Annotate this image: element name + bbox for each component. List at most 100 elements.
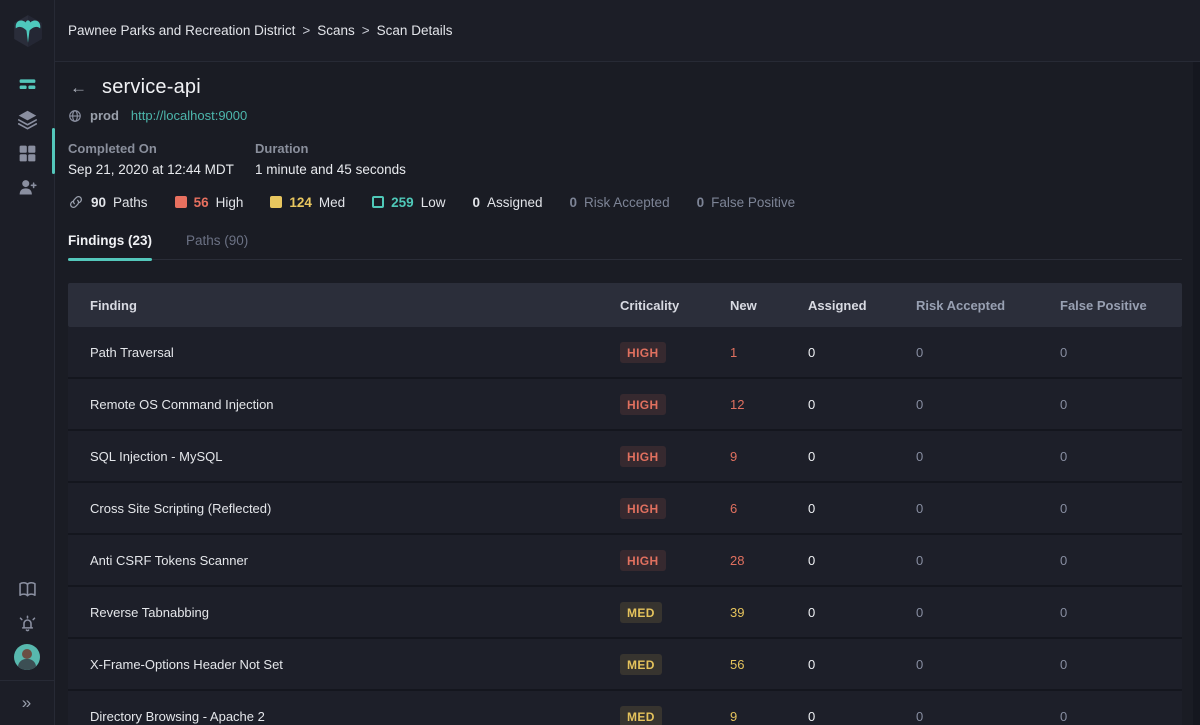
new-count: 6 bbox=[730, 501, 808, 516]
med-severity-square-icon bbox=[270, 196, 282, 208]
sidebar-item-applications[interactable] bbox=[0, 102, 55, 136]
breadcrumb-org[interactable]: Pawnee Parks and Recreation District bbox=[68, 23, 295, 38]
risk-accepted-count: 0 bbox=[916, 501, 1060, 516]
criticality-badge: HIGH bbox=[620, 498, 666, 519]
finding-name: Directory Browsing - Apache 2 bbox=[68, 709, 620, 724]
assigned-count: 0 bbox=[808, 345, 916, 360]
table-row[interactable]: Remote OS Command Injection HIGH 12 0 0 … bbox=[68, 379, 1182, 431]
duration-value: 1 minute and 45 seconds bbox=[255, 162, 442, 177]
table-row[interactable]: X-Frame-Options Header Not Set MED 56 0 … bbox=[68, 639, 1182, 691]
scrollbar-track[interactable] bbox=[1193, 62, 1200, 725]
assigned-label: Assigned bbox=[487, 195, 543, 210]
criticality-badge: HIGH bbox=[620, 550, 666, 571]
table-header: Finding Criticality New Assigned Risk Ac… bbox=[68, 283, 1182, 327]
stat-low: 259 Low bbox=[372, 195, 445, 210]
risk-accepted-count: 0 bbox=[916, 605, 1060, 620]
table-row[interactable]: Reverse Tabnabbing MED 39 0 0 0 bbox=[68, 587, 1182, 639]
assigned-count: 0 bbox=[808, 709, 916, 724]
breadcrumb-scan-details: Scan Details bbox=[377, 23, 453, 38]
paths-label: Paths bbox=[113, 195, 148, 210]
table-row[interactable]: Path Traversal HIGH 1 0 0 0 bbox=[68, 327, 1182, 379]
criticality-badge: HIGH bbox=[620, 446, 666, 467]
breadcrumb-separator: > bbox=[302, 23, 310, 38]
new-count: 1 bbox=[730, 345, 808, 360]
book-icon bbox=[17, 579, 38, 600]
back-arrow-icon[interactable]: ← bbox=[68, 77, 89, 98]
breadcrumb-scans[interactable]: Scans bbox=[317, 23, 355, 38]
column-risk-accepted: Risk Accepted bbox=[916, 298, 1060, 313]
column-new: New bbox=[730, 298, 808, 313]
low-count: 259 bbox=[391, 195, 414, 210]
new-count: 39 bbox=[730, 605, 808, 620]
user-add-icon bbox=[17, 177, 38, 198]
completed-on-label: Completed On bbox=[68, 141, 255, 156]
false-positive-count: 0 bbox=[1060, 345, 1182, 360]
high-label: High bbox=[216, 195, 244, 210]
table-row[interactable]: Anti CSRF Tokens Scanner HIGH 28 0 0 0 bbox=[68, 535, 1182, 587]
sidebar-item-dashboard[interactable] bbox=[0, 136, 55, 170]
tab-bar: Findings (23) Paths (90) bbox=[68, 233, 1182, 260]
low-severity-square-icon bbox=[372, 196, 384, 208]
finding-name: Path Traversal bbox=[68, 345, 620, 360]
sidebar-expand-button[interactable]: » bbox=[0, 687, 55, 719]
false-positive-count: 0 bbox=[697, 195, 705, 210]
stat-risk-accepted: 0 Risk Accepted bbox=[570, 195, 670, 210]
breadcrumb: Pawnee Parks and Recreation District > S… bbox=[68, 23, 452, 38]
finding-name: X-Frame-Options Header Not Set bbox=[68, 657, 620, 672]
med-label: Med bbox=[319, 195, 345, 210]
risk-accepted-count: 0 bbox=[916, 657, 1060, 672]
user-avatar[interactable] bbox=[14, 644, 40, 670]
sidebar-item-docs[interactable] bbox=[0, 572, 55, 606]
new-count: 28 bbox=[730, 553, 808, 568]
new-count: 56 bbox=[730, 657, 808, 672]
double-chevron-right-icon: » bbox=[22, 693, 32, 713]
page-title: service-api bbox=[102, 76, 201, 99]
risk-accepted-count: 0 bbox=[916, 709, 1060, 724]
grid-icon bbox=[17, 143, 38, 164]
scan-meta: Completed On Sep 21, 2020 at 12:44 MDT D… bbox=[68, 141, 1182, 177]
table-row[interactable]: Directory Browsing - Apache 2 MED 9 0 0 … bbox=[68, 691, 1182, 725]
table-row[interactable]: SQL Injection - MySQL HIGH 9 0 0 0 bbox=[68, 431, 1182, 483]
sidebar-divider bbox=[0, 680, 55, 681]
criticality-badge: HIGH bbox=[620, 394, 666, 415]
findings-table: Finding Criticality New Assigned Risk Ac… bbox=[68, 283, 1182, 725]
criticality-badge: MED bbox=[620, 706, 662, 725]
table-row[interactable]: Cross Site Scripting (Reflected) HIGH 6 … bbox=[68, 483, 1182, 535]
criticality-badge: MED bbox=[620, 654, 662, 675]
hawk-logo-icon bbox=[11, 14, 45, 48]
tab-findings[interactable]: Findings (23) bbox=[68, 233, 152, 259]
false-positive-count: 0 bbox=[1060, 449, 1182, 464]
column-assigned: Assigned bbox=[808, 298, 916, 313]
finding-name: Remote OS Command Injection bbox=[68, 397, 620, 412]
risk-accepted-count: 0 bbox=[570, 195, 578, 210]
new-count: 9 bbox=[730, 449, 808, 464]
assigned-count: 0 bbox=[808, 553, 916, 568]
layers-icon bbox=[17, 109, 38, 130]
stat-false-positive: 0 False Positive bbox=[697, 195, 796, 210]
column-finding: Finding bbox=[68, 298, 620, 313]
app-logo[interactable] bbox=[0, 0, 55, 62]
finding-name: Reverse Tabnabbing bbox=[68, 605, 620, 620]
tab-paths[interactable]: Paths (90) bbox=[186, 233, 248, 259]
assigned-count: 0 bbox=[808, 501, 916, 516]
sidebar-item-scans[interactable] bbox=[0, 68, 55, 102]
criticality-badge: MED bbox=[620, 602, 662, 623]
risk-accepted-count: 0 bbox=[916, 397, 1060, 412]
column-criticality: Criticality bbox=[620, 298, 730, 313]
finding-name: Cross Site Scripting (Reflected) bbox=[68, 501, 620, 516]
completed-on-value: Sep 21, 2020 at 12:44 MDT bbox=[68, 162, 255, 177]
finding-name: Anti CSRF Tokens Scanner bbox=[68, 553, 620, 568]
sidebar-item-notifications[interactable] bbox=[0, 606, 55, 640]
risk-accepted-count: 0 bbox=[916, 553, 1060, 568]
environment-globe-icon bbox=[68, 109, 82, 123]
assigned-count: 0 bbox=[808, 605, 916, 620]
sidebar-item-add-user[interactable] bbox=[0, 170, 55, 204]
finding-name: SQL Injection - MySQL bbox=[68, 449, 620, 464]
scan-host-link[interactable]: http://localhost:9000 bbox=[131, 108, 247, 123]
risk-accepted-count: 0 bbox=[916, 345, 1060, 360]
assigned-count: 0 bbox=[808, 449, 916, 464]
risk-accepted-label: Risk Accepted bbox=[584, 195, 670, 210]
med-count: 124 bbox=[289, 195, 312, 210]
scan-stats: 90 Paths 56 High 124 Med 259 Low 0 Assig… bbox=[68, 194, 1182, 210]
false-positive-count: 0 bbox=[1060, 553, 1182, 568]
